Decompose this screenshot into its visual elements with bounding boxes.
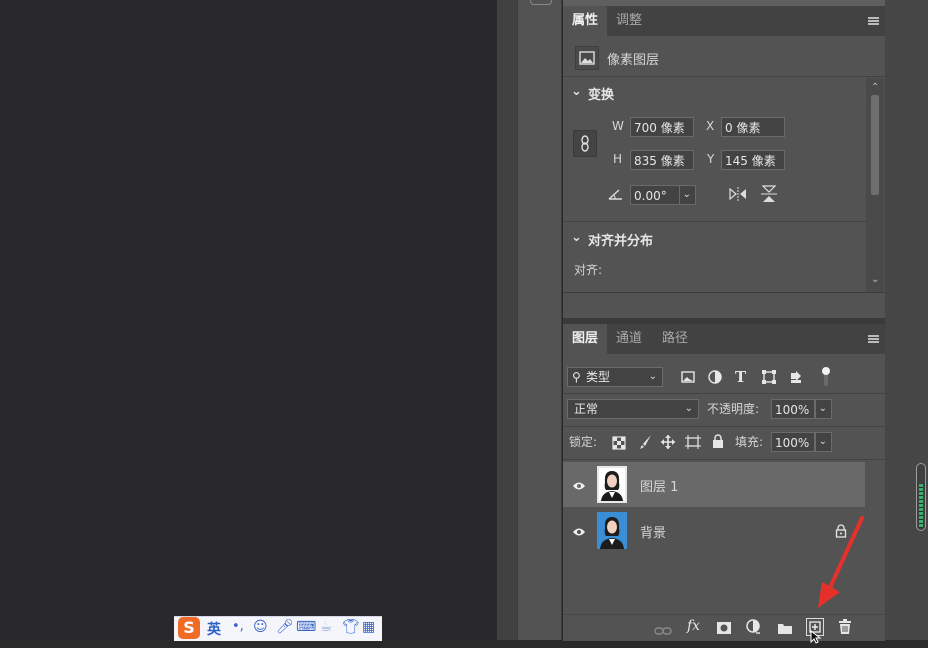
filter-pixel-icon[interactable] [680,369,696,389]
fill-dropdown[interactable]: ⌄ [815,432,832,452]
x-field[interactable]: 0 像素 [721,117,785,137]
opacity-dropdown[interactable]: ⌄ [815,399,832,419]
lock-pixels-icon[interactable] [637,434,653,454]
side-level-indicator[interactable] [916,463,926,531]
blend-mode-label: 正常 [574,402,599,416]
right-dock-gutter [885,0,928,640]
layer-thumbnail [597,512,627,549]
search-icon: ⚲ [572,370,581,384]
width-field[interactable]: 700 像素 [630,117,694,137]
height-label: H [613,152,623,166]
layers-tabbar: 图层 通道 路径 [563,324,885,354]
folder-icon[interactable] [777,620,793,639]
tab-layers[interactable]: 图层 [563,324,607,354]
layers-bottom-toolbar: fx [563,614,885,644]
panel-menu-icon[interactable] [868,17,879,25]
scroll-up-icon[interactable]: ⌃ [871,82,879,93]
panel-divider [497,0,517,640]
collapsed-panel-strip [517,0,562,640]
visibility-eye-icon[interactable] [572,477,586,496]
opacity-label: 不透明度: [707,402,760,416]
layers-menu-icon[interactable] [868,335,879,343]
properties-panel: 属性 调整 像素图层 ⌄ 变换 W 700 像素 X 0 像素 H 835 像素… [563,0,885,318]
skin-icon[interactable]: ☕ [320,619,333,635]
collapsed-panel-icon[interactable] [530,0,552,5]
flip-horizontal-icon[interactable] [728,186,748,206]
punctuation-icon[interactable]: •, [232,619,244,634]
ime-logo-icon[interactable]: S [178,617,200,639]
filter-kind-dropdown[interactable]: ⚲ 类型 ⌄ [567,367,663,387]
align-label: 对齐: [574,263,603,277]
flip-vertical-icon[interactable] [760,184,778,208]
filter-shape-icon[interactable] [761,369,777,389]
scroll-down-icon[interactable]: ⌄ [871,274,879,285]
shirt-icon[interactable]: 👕︎ [342,619,360,635]
emoji-icon[interactable]: ☺ [253,619,268,635]
lock-all-icon[interactable] [711,433,725,453]
adjustment-icon[interactable] [746,619,762,639]
filter-adjustment-icon[interactable] [707,369,723,389]
angle-dropdown[interactable]: ⌄ [679,185,696,205]
ime-language-toggle[interactable]: 英 [207,619,221,639]
tab-paths[interactable]: 路径 [653,324,697,354]
transform-chevron-icon[interactable]: ⌄ [571,84,582,99]
transform-section-title[interactable]: 变换 [588,84,614,103]
align-chevron-icon[interactable]: ⌄ [571,230,582,245]
ime-toolbar: S 英 •, ☺ 🎤︎ ⌨ ☕ 👕︎ ▦ [174,616,382,641]
lock-transparent-icon[interactable] [612,435,626,454]
document-canvas[interactable] [0,0,497,640]
angle-icon [607,186,625,206]
microphone-icon[interactable]: 🎤︎ [276,619,294,635]
lock-position-icon[interactable] [660,434,676,454]
fx-icon[interactable]: fx [687,618,700,634]
width-label: W [612,119,624,133]
layer-name[interactable]: 图层 1 [640,476,678,495]
fill-label: 填充: [735,435,764,449]
pixel-layer-icon [575,46,599,70]
blend-mode-dropdown[interactable]: 正常 ⌄ [567,399,699,419]
level-fill [919,484,923,528]
filter-type-icon[interactable]: T [735,368,746,386]
tab-channels[interactable]: 通道 [607,324,651,354]
trash-icon[interactable] [838,619,852,639]
mouse-cursor-icon [810,629,822,648]
grid-icon[interactable]: ▦ [362,619,375,635]
properties-tabbar: 属性 调整 [563,6,885,36]
visibility-eye-icon[interactable] [572,523,586,542]
opacity-field[interactable]: 100% [771,399,815,419]
x-label: X [706,119,715,133]
annotation-arrow-icon [818,516,864,608]
scroll-thumb[interactable] [871,95,879,195]
tab-adjustments[interactable]: 调整 [607,6,651,36]
mask-icon[interactable] [716,620,732,639]
tab-properties[interactable]: 属性 [563,6,607,36]
layer-type-label: 像素图层 [607,53,660,68]
layer-thumbnail [597,466,627,503]
filter-toggle-icon[interactable] [820,366,832,392]
filter-smart-object-icon[interactable] [788,369,804,389]
layer-row[interactable]: 图层 1 [563,462,865,507]
angle-field[interactable]: 0.00° [630,185,680,205]
properties-scrollbar[interactable]: ⌃ ⌄ [866,78,884,292]
y-label: Y [707,152,715,166]
filter-kind-label: 类型 [586,370,611,384]
align-section-title[interactable]: 对齐并分布 [588,230,653,249]
height-field[interactable]: 835 像素 [630,150,694,170]
link-dimensions-icon[interactable] [573,130,597,157]
layer-name[interactable]: 背景 [640,522,666,541]
lock-artboard-icon[interactable] [684,434,702,454]
y-field[interactable]: 145 像素 [721,150,785,170]
lock-label: 锁定: [569,435,598,449]
link-icon[interactable] [654,622,672,641]
fill-field[interactable]: 100% [771,432,815,452]
keyboard-icon[interactable]: ⌨ [296,619,316,635]
